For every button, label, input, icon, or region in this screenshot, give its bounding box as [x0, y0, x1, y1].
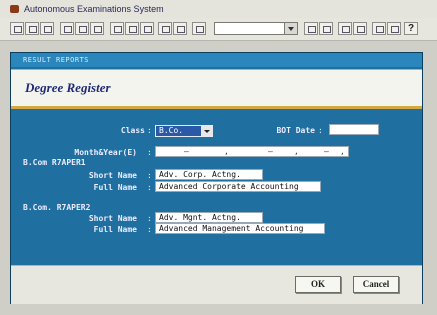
toolbar-button-print[interactable] [60, 22, 74, 35]
class-colon: : [147, 126, 152, 135]
dialog-caption: RESULT REPORTS [11, 53, 422, 67]
toolbar-combo-box[interactable] [214, 22, 298, 35]
paper1-full-name-field[interactable]: Advanced Corporate Accounting [155, 181, 321, 192]
paper2-header: B.Com. R7APER2 [23, 203, 91, 212]
toolbar-button-sort-asc[interactable] [338, 22, 352, 35]
month-year-sep: – [268, 147, 273, 156]
toolbar-button-last[interactable] [319, 22, 333, 35]
dialog-footer: OK Cancel [11, 265, 422, 304]
bot-date-field[interactable] [329, 124, 379, 135]
heading-strip: Degree Register [11, 69, 422, 109]
month-year-sep: – [324, 147, 329, 156]
page-title: Degree Register [25, 80, 111, 95]
toolbar-button-first[interactable] [304, 22, 318, 35]
bot-date-label: BOT Date [276, 126, 315, 135]
toolbar-button-setup[interactable] [90, 22, 104, 35]
month-year-field[interactable]: – , – , – , [155, 146, 349, 157]
paper2-full-name-field[interactable]: Advanced Management Accounting [155, 223, 325, 234]
toolbar-button-find[interactable] [192, 22, 206, 35]
help-icon[interactable]: ? [404, 22, 418, 35]
paper1-full-colon: : [147, 183, 152, 192]
window-title: Autonomous Examinations System [24, 4, 164, 14]
toolbar-button-paste[interactable] [140, 22, 154, 35]
paper1-short-name-field[interactable]: Adv. Corp. Actng. [155, 169, 263, 180]
toolbar-button-save[interactable] [40, 22, 54, 35]
ok-button[interactable]: OK [295, 276, 341, 293]
title-bar: Autonomous Examinations System [0, 0, 437, 18]
toolbar-button-preview[interactable] [75, 22, 89, 35]
paper1-short-colon: : [147, 171, 152, 180]
month-year-label: Month&Year(E) [74, 148, 137, 157]
chevron-down-icon[interactable] [201, 126, 212, 136]
paper1-full-name-label: Full Name [93, 183, 137, 192]
degree-register-dialog: RESULT REPORTS Degree Register Class : B… [10, 52, 423, 304]
toolbar-button-sort-desc[interactable] [353, 22, 367, 35]
month-year-sep: , [340, 147, 345, 156]
bot-date-colon: : [318, 126, 323, 135]
paper2-short-name-field[interactable]: Adv. Mgnt. Actng. [155, 212, 263, 223]
toolbar-button-filter[interactable] [372, 22, 386, 35]
toolbar-button-open[interactable] [25, 22, 39, 35]
app-logo-icon [10, 5, 19, 13]
paper1-header: B.Com R7APER1 [23, 158, 86, 167]
chevron-down-icon[interactable] [284, 23, 297, 34]
paper2-short-colon: : [147, 214, 152, 223]
month-year-colon: : [147, 148, 152, 157]
month-year-sep: , [294, 147, 299, 156]
class-select[interactable]: B.Co. [155, 125, 213, 137]
paper2-full-name-label: Full Name [93, 225, 137, 234]
cancel-button[interactable]: Cancel [353, 276, 399, 293]
class-select-value: B.Co. [159, 126, 184, 135]
toolbar: ? [0, 18, 437, 41]
paper2-short-name-label: Short Name [88, 214, 137, 223]
paper1-short-name-label: Short Name [88, 171, 137, 180]
toolbar-button-cut[interactable] [110, 22, 124, 35]
toolbar-button-new[interactable] [10, 22, 24, 35]
toolbar-button-copy[interactable] [125, 22, 139, 35]
class-label: Class [120, 126, 145, 135]
month-year-sep: – [184, 147, 189, 156]
toolbar-button-forward[interactable] [173, 22, 187, 35]
month-year-sep: , [224, 147, 229, 156]
toolbar-button-back[interactable] [158, 22, 172, 35]
toolbar-button-grid[interactable] [387, 22, 401, 35]
paper2-full-colon: : [147, 225, 152, 234]
